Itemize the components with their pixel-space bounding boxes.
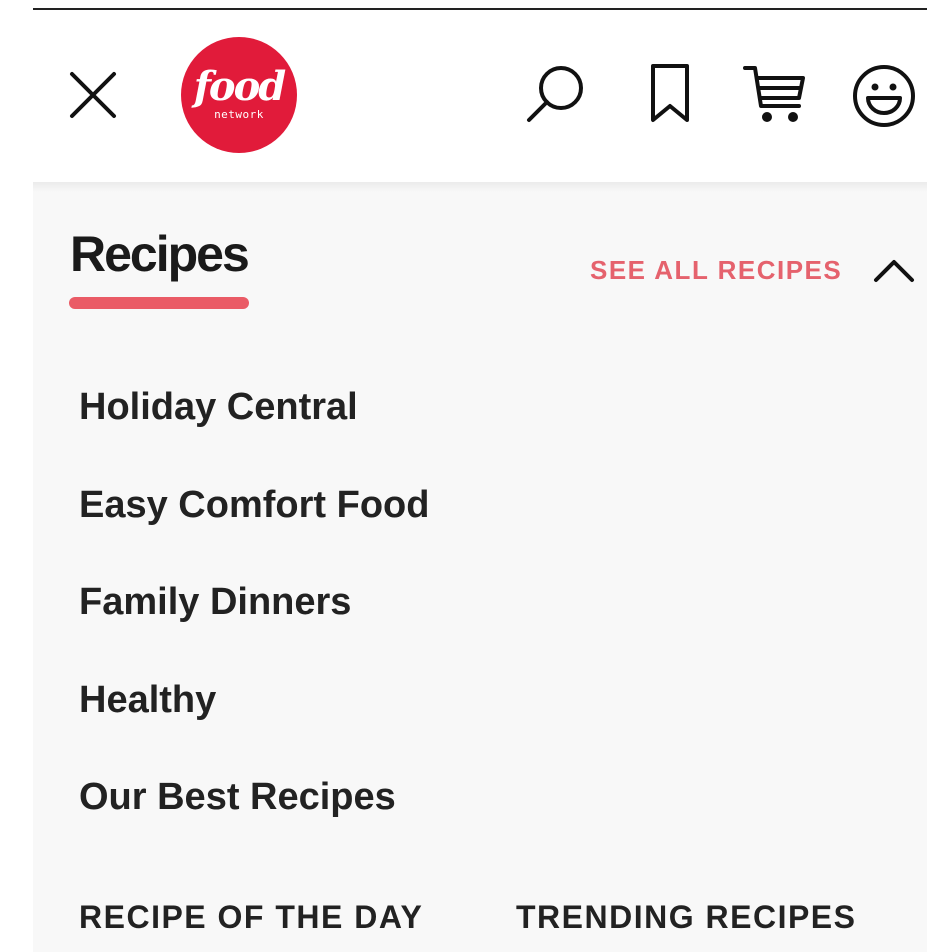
section-title: Recipes (70, 226, 250, 282)
logo-wordmark: food (193, 63, 287, 110)
page: food network Recipes SEE ALL RECIPES Hol… (0, 0, 927, 952)
site-header: food network (33, 10, 927, 182)
see-all-recipes-link[interactable]: SEE ALL RECIPES (590, 254, 842, 286)
menu-item-healthy[interactable]: Healthy (79, 668, 429, 766)
close-icon[interactable] (63, 65, 123, 125)
recipes-menu-panel: Recipes SEE ALL RECIPES Holiday Central … (33, 192, 927, 952)
menu-item-family-dinners[interactable]: Family Dinners (79, 570, 429, 668)
menu-item-holiday-central[interactable]: Holiday Central (79, 375, 429, 473)
food-network-logo[interactable]: food network (181, 37, 297, 153)
logo-subtext: network (214, 108, 264, 121)
search-icon[interactable] (523, 62, 587, 126)
profile-icon[interactable] (850, 62, 918, 130)
chevron-up-icon[interactable] (869, 248, 919, 292)
header-shadow (33, 182, 927, 192)
cart-icon[interactable] (741, 60, 809, 128)
menu-item-our-best-recipes[interactable]: Our Best Recipes (79, 765, 429, 863)
trending-recipes-link[interactable]: TRENDING RECIPES (516, 897, 856, 937)
title-underline (69, 297, 249, 309)
menu-item-easy-comfort-food[interactable]: Easy Comfort Food (79, 473, 429, 571)
recipe-category-list: Holiday Central Easy Comfort Food Family… (79, 375, 429, 863)
recipe-of-the-day-link[interactable]: RECIPE OF THE DAY (79, 897, 423, 937)
bookmark-icon[interactable] (645, 62, 695, 126)
